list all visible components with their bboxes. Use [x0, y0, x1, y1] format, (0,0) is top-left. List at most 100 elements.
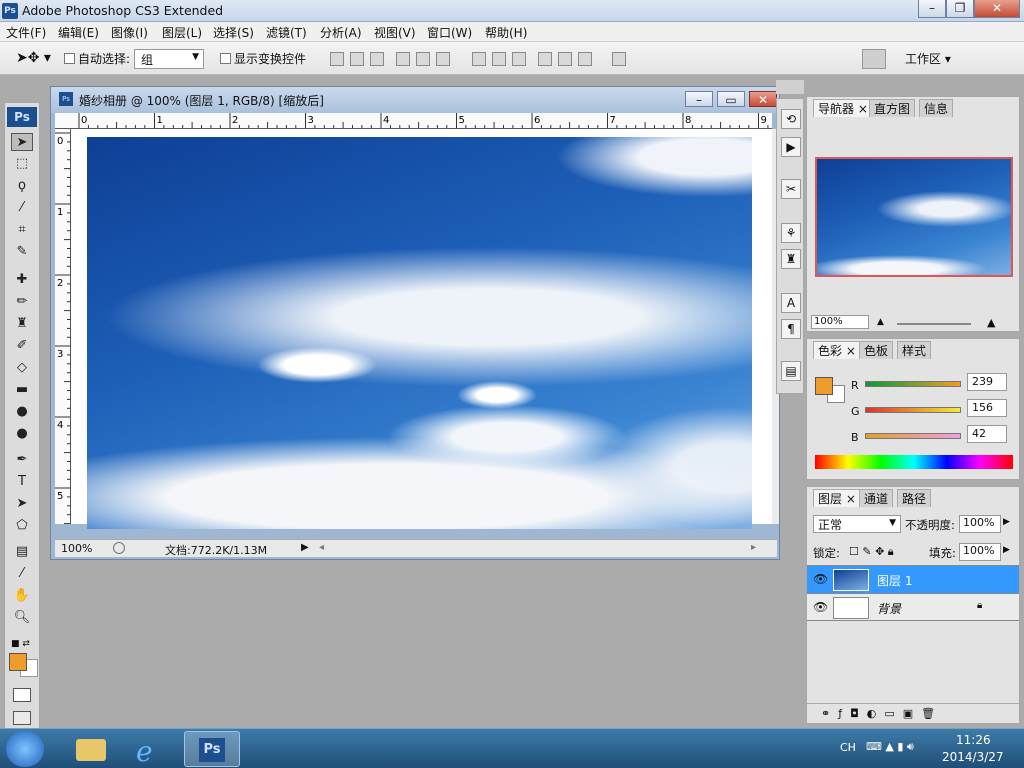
- path-select-icon[interactable]: ➤: [11, 495, 33, 513]
- dock-collapse-bar[interactable]: [776, 80, 804, 94]
- screen-mode-icon[interactable]: [13, 711, 31, 725]
- history-panel-icon[interactable]: ⟲: [781, 109, 801, 129]
- crop-tool-icon[interactable]: ⌗: [11, 221, 33, 239]
- layers-footer-icons[interactable]: ⚭ƒ◘◐▭▣🗑︎: [807, 703, 1019, 723]
- clock-date[interactable]: 2014/3/27: [942, 750, 1004, 764]
- shape-tool-icon[interactable]: ⬠: [11, 517, 33, 535]
- doc-minimize-button[interactable]: –: [685, 91, 713, 107]
- doc-close-button[interactable]: ✕: [749, 91, 777, 107]
- eyedropper-icon[interactable]: ⁄: [11, 565, 33, 583]
- align-bottom-icon[interactable]: [370, 52, 384, 66]
- b-value-input[interactable]: 42: [967, 425, 1007, 443]
- menu-filter[interactable]: 滤镜(T): [266, 24, 307, 41]
- close-button[interactable]: ✕: [974, 0, 1020, 18]
- layer-comps-icon[interactable]: ▤: [781, 361, 801, 381]
- slice-tool-icon[interactable]: ✎: [11, 243, 33, 261]
- zoom-in-icon[interactable]: ▲: [987, 316, 995, 329]
- move-tool-preset-icon[interactable]: ➤✥ ▾: [16, 50, 51, 66]
- navigator-zoom-input[interactable]: 100%: [811, 315, 869, 329]
- eraser-tool-icon[interactable]: ◇: [11, 359, 33, 377]
- navigator-zoom-slider[interactable]: [897, 323, 971, 325]
- fill-arrow-icon[interactable]: ▶: [1003, 545, 1010, 555]
- status-menu-arrow-icon[interactable]: ▶: [301, 542, 309, 553]
- scroll-right-icon[interactable]: ▸: [751, 542, 756, 553]
- language-indicator[interactable]: CH: [840, 741, 856, 754]
- layer-row-1[interactable]: 👁︎ 图层 1: [807, 565, 1019, 593]
- menu-layer[interactable]: 图层(L): [162, 24, 202, 41]
- history-brush-icon[interactable]: ✐: [11, 337, 33, 355]
- show-transform-checkbox[interactable]: [220, 53, 231, 64]
- distribute-vcenter-icon[interactable]: [492, 52, 506, 66]
- distribute-right-icon[interactable]: [578, 52, 592, 66]
- opacity-arrow-icon[interactable]: ▶: [1003, 517, 1010, 527]
- tray-icons[interactable]: ⌨ ▲ ▮ 🔊︎: [866, 740, 914, 754]
- minimize-button[interactable]: –: [918, 0, 946, 18]
- type-tool-icon[interactable]: T: [11, 473, 33, 491]
- zoom-tool-icon[interactable]: 🔍︎: [11, 609, 33, 627]
- hand-tool-icon[interactable]: ✋: [11, 587, 33, 605]
- bridge-icon[interactable]: [862, 49, 886, 69]
- distribute-top-icon[interactable]: [472, 52, 486, 66]
- pen-tool-icon[interactable]: ✒: [11, 451, 33, 469]
- healing-brush-icon[interactable]: ✚: [11, 271, 33, 289]
- align-vcenter-icon[interactable]: [350, 52, 364, 66]
- menu-view[interactable]: 视图(V): [374, 24, 416, 41]
- move-tool-icon[interactable]: ➤: [11, 133, 33, 151]
- opacity-input[interactable]: 100%: [959, 515, 1001, 533]
- default-colors-icon[interactable]: ■ ⇄: [11, 639, 30, 649]
- character-panel-icon[interactable]: A: [781, 293, 801, 313]
- tab-swatches[interactable]: 色板: [859, 341, 894, 359]
- color-spectrum-bar[interactable]: [815, 455, 1013, 469]
- scroll-left-icon[interactable]: ◂: [319, 542, 324, 553]
- workspace-button[interactable]: 工作区 ▾: [905, 50, 951, 67]
- lock-icons[interactable]: ☐ ✎ ✥ 🔒︎: [849, 545, 894, 559]
- zoom-out-icon[interactable]: ▲: [877, 317, 884, 327]
- canvas-area[interactable]: [71, 129, 772, 529]
- r-slider[interactable]: [865, 381, 961, 387]
- dodge-tool-icon[interactable]: ●: [11, 425, 33, 443]
- align-right-icon[interactable]: [436, 52, 450, 66]
- auto-align-icon[interactable]: [612, 52, 626, 66]
- menu-help[interactable]: 帮助(H): [485, 24, 527, 41]
- distribute-left-icon[interactable]: [538, 52, 552, 66]
- marquee-tool-icon[interactable]: ⬚: [11, 155, 33, 173]
- lasso-tool-icon[interactable]: ϙ: [11, 177, 33, 195]
- menu-select[interactable]: 选择(S): [213, 24, 254, 41]
- doc-maximize-button[interactable]: ▭: [717, 91, 745, 107]
- maximize-button[interactable]: ❐: [946, 0, 974, 18]
- tab-histogram[interactable]: 直方图: [869, 99, 916, 117]
- tab-layers[interactable]: 图层 ×: [813, 489, 861, 507]
- tab-info[interactable]: 信息: [919, 99, 954, 117]
- auto-select-dropdown[interactable]: 组 ▼: [134, 49, 204, 69]
- fill-input[interactable]: 100%: [959, 543, 1001, 561]
- status-options-icon[interactable]: [113, 542, 125, 554]
- magic-wand-icon[interactable]: ⁄: [11, 199, 33, 217]
- quick-mask-icon[interactable]: [13, 688, 31, 702]
- sky-image[interactable]: [87, 137, 752, 529]
- align-top-icon[interactable]: [330, 52, 344, 66]
- b-slider[interactable]: [865, 433, 961, 439]
- tab-navigator[interactable]: 导航器 ×: [813, 99, 873, 117]
- zoom-level[interactable]: 100%: [61, 542, 92, 555]
- clock-time[interactable]: 11:26: [956, 733, 991, 747]
- navigator-preview[interactable]: [815, 157, 1013, 277]
- r-value-input[interactable]: 239: [967, 373, 1007, 391]
- g-slider[interactable]: [865, 407, 961, 413]
- clone-stamp-icon[interactable]: ♜: [11, 315, 33, 333]
- actions-panel-icon[interactable]: ▶: [781, 137, 801, 157]
- g-value-input[interactable]: 156: [967, 399, 1007, 417]
- align-left-icon[interactable]: [396, 52, 410, 66]
- auto-select-checkbox[interactable]: [64, 53, 75, 64]
- align-hcenter-icon[interactable]: [416, 52, 430, 66]
- distribute-bottom-icon[interactable]: [512, 52, 526, 66]
- eye-icon[interactable]: 👁︎: [813, 572, 828, 586]
- tab-paths[interactable]: 路径: [897, 489, 932, 507]
- gradient-tool-icon[interactable]: ▬: [11, 381, 33, 399]
- menu-image[interactable]: 图像(I): [111, 24, 148, 41]
- blend-mode-dropdown[interactable]: 正常 ▼: [813, 515, 901, 533]
- ie-taskbar-icon[interactable]: e: [124, 731, 180, 768]
- foreground-color-swatch[interactable]: [9, 653, 27, 671]
- brushes-panel-icon[interactable]: ⚘: [781, 223, 801, 243]
- menu-edit[interactable]: 编辑(E): [58, 24, 99, 41]
- brush-tool-icon[interactable]: ✏: [11, 293, 33, 311]
